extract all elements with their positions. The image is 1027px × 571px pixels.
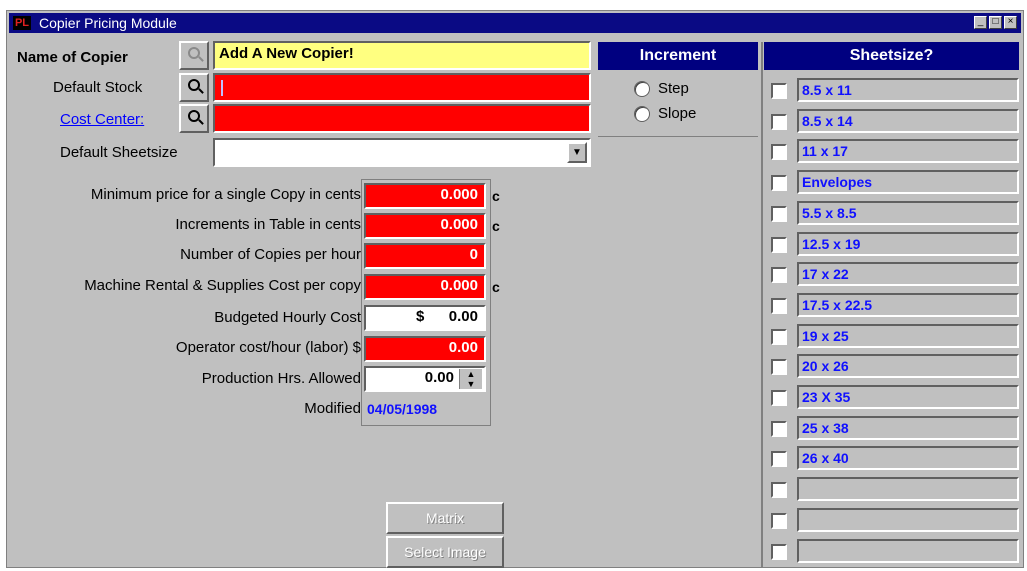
sheetsize-item: 19 x 25 [797,323,1019,348]
default-sheetsize-label: Default Sheetsize [60,144,178,161]
stock-lookup-button[interactable] [179,73,209,102]
cost-center-link[interactable]: Cost Center: [60,111,144,128]
text-cursor [221,80,223,96]
increments-label: Increments in Table in cents [175,216,361,233]
sheetsize-checkbox[interactable] [771,205,787,222]
sheetsize-item: 23 X 35 [797,385,1019,409]
sheetsize-checkbox[interactable] [771,175,787,192]
minimize-button[interactable]: _ [974,16,987,29]
cost-center-field[interactable] [213,104,591,133]
name-of-copier-label: Name of Copier [17,49,128,66]
sheetsize-item [797,477,1019,502]
min-price-field[interactable]: 0.000 [364,183,486,209]
currency-symbol: $ [416,308,425,325]
sheetsize-item: 8.5 x 11 [797,78,1019,102]
sheetsize-checkbox[interactable] [771,543,787,560]
sheetsize-checkbox[interactable] [771,390,787,406]
production-hrs-field[interactable]: 0.00 ▲ ▼ [364,366,486,392]
magnifier-icon [188,47,200,59]
operator-cost-field[interactable]: 0.00 [364,336,486,362]
chevron-down-icon[interactable]: ▼ [567,142,587,163]
budgeted-hourly-cost-label: Budgeted Hourly Cost [214,309,361,326]
maximize-button[interactable]: □ [989,16,1002,29]
sheetsize-item: 25 x 38 [797,415,1019,440]
operator-cost-label: Operator cost/hour (labor) $ [175,339,361,356]
modified-date: 04/05/1998 [367,401,438,417]
slope-radio[interactable] [634,106,650,122]
default-stock-label: Default Stock [53,79,143,96]
name-of-copier-field[interactable]: Add A New Copier! [213,41,591,70]
sheetsize-item [797,507,1019,532]
sheetsize-item: 17.5 x 22.5 [797,292,1019,317]
sheetsize-item: Envelopes [797,170,1019,195]
copies-per-hour-field[interactable]: 0 [364,243,486,269]
sheetsize-checkbox[interactable] [771,451,787,468]
production-hrs-value: 0.00 [424,369,454,386]
sheetsize-checkbox[interactable] [771,113,787,130]
sheetsize-checkbox[interactable] [771,512,787,529]
sheetsize-item: 8.5 x 14 [797,108,1019,133]
increments-unit: c [492,218,500,234]
step-radio[interactable] [634,81,650,97]
matrix-button[interactable]: Matrix [386,502,504,534]
sheetsize-checkbox[interactable] [771,420,787,437]
sheetsize-header: Sheetsize? [764,42,1019,70]
sheetsize-checkbox[interactable] [771,297,787,314]
increment-header: Increment [598,42,758,70]
machine-rental-field[interactable]: 0.000 [364,274,486,300]
sheetsize-checkbox[interactable] [771,328,787,345]
sheetsize-item [797,538,1019,563]
window-title: Copier Pricing Module [39,15,177,31]
min-price-unit: c [492,188,500,204]
close-button[interactable]: × [1004,16,1017,29]
step-label: Step [658,80,689,97]
machine-rental-unit: c [492,279,500,295]
app-icon: PL [13,16,31,30]
sheetsize-checkbox[interactable] [771,482,787,499]
sheetsize-item: 26 x 40 [797,446,1019,471]
sheetsize-checkbox[interactable] [771,144,787,161]
sheetsize-checkbox[interactable] [771,83,787,99]
cost-center-lookup-button[interactable] [179,104,209,133]
sheetsize-item: 11 x 17 [797,139,1019,164]
panel-divider [761,42,763,567]
sheetsize-checkbox[interactable] [771,267,787,284]
copies-per-hour-label: Number of Copies per hour [180,246,361,263]
title-bar: PL Copier Pricing Module _ □ × [9,13,1021,33]
slope-label: Slope [658,105,697,122]
magnifier-icon [188,79,200,91]
sheetsize-checkbox[interactable] [771,236,787,253]
modified-label: Modified [304,400,361,417]
default-sheetsize-select[interactable]: ▼ [213,138,591,167]
name-lookup-button[interactable] [179,41,209,70]
spinner-arrows-icon[interactable]: ▲ ▼ [459,369,482,389]
budgeted-hourly-cost-field[interactable]: $ 0.00 [364,305,486,331]
magnifier-icon [188,110,200,122]
sheetsize-item: 5.5 x 8.5 [797,200,1019,225]
sheetsize-item: 12.5 x 19 [797,231,1019,256]
sheetsize-item: 17 x 22 [797,262,1019,287]
production-hrs-label: Production Hrs. Allowed [201,370,361,387]
min-price-label: Minimum price for a single Copy in cents [90,186,361,203]
default-stock-field[interactable] [213,73,591,102]
increments-field[interactable]: 0.000 [364,213,486,239]
sheetsize-item: 20 x 26 [797,354,1019,379]
sheetsize-checkbox[interactable] [771,359,787,376]
select-image-button[interactable]: Select Image [386,536,504,568]
budgeted-hourly-cost-value: 0.00 [448,308,478,325]
machine-rental-label: Machine Rental & Supplies Cost per copy [84,277,361,294]
